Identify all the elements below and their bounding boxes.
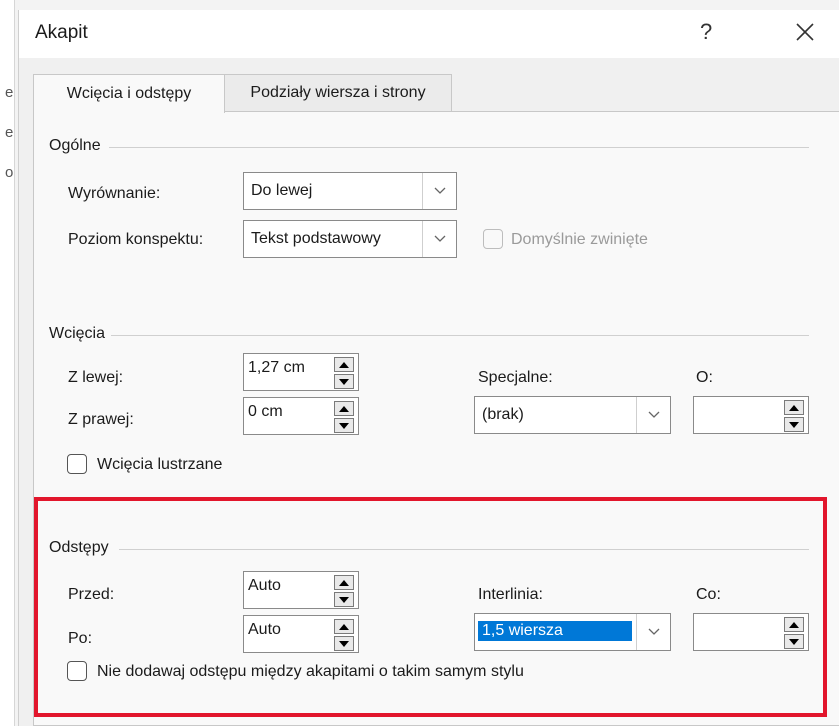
special-indent-dropdown[interactable]: (brak) [474,396,671,434]
background-text: o [5,164,14,181]
spin-down-button[interactable] [784,417,804,432]
alignment-value: Do lewej [251,182,313,199]
outline-level-value: Tekst podstawowy [251,230,381,247]
chevron-down-icon [636,397,670,433]
outline-level-label: Poziom konspektu: [68,231,204,248]
indent-left-value: 1,27 cm [248,359,305,376]
outline-level-dropdown[interactable]: Tekst podstawowy [243,220,457,258]
tab-indents-and-spacing[interactable]: Wcięcia i odstępy [33,74,225,113]
help-icon[interactable]: ? [700,19,712,45]
title-bar: Akapit ? [19,10,839,58]
indent-right-value: 0 cm [248,403,283,420]
spin-up-button[interactable] [334,401,354,416]
special-indent-label: Specjalne: [478,369,553,386]
tab-label: Wcięcia i odstępy [66,85,192,102]
background-window-edge: e e o [0,0,15,726]
spin-down-button[interactable] [334,374,354,389]
tab-label: Podziały wiersza i strony [250,84,426,101]
background-text: e [5,124,14,141]
spin-up-button[interactable] [784,400,804,415]
section-title-indentation: Wcięcia [49,325,112,343]
indent-left-spinner[interactable]: 1,27 cm [243,353,359,391]
background-text: e [5,84,14,101]
spin-up-button[interactable] [334,357,354,372]
indent-right-spinner[interactable]: 0 cm [243,397,359,435]
indent-by-label: O: [696,369,713,386]
alignment-label: Wyrównanie: [68,185,161,202]
section-title-general: Ogólne [49,137,107,155]
spin-down-button[interactable] [334,418,354,433]
mirror-indents-checkbox[interactable] [67,454,87,474]
section-divider [109,335,809,336]
collapsed-by-default-label: Domyślnie zwinięte [511,231,648,248]
highlight-annotation [34,497,827,717]
indent-by-spinner[interactable] [693,396,809,434]
alignment-dropdown[interactable]: Do lewej [243,172,457,210]
close-icon[interactable] [789,16,821,48]
chevron-down-icon [422,173,456,209]
indent-right-label: Z prawej: [68,411,134,428]
indent-left-label: Z lewej: [68,369,124,386]
tab-line-and-page-breaks[interactable]: Podziały wiersza i strony [224,74,452,112]
chevron-down-icon [422,221,456,257]
dialog-title: Akapit [35,22,88,43]
collapsed-by-default-checkbox[interactable] [483,229,503,249]
mirror-indents-label: Wcięcia lustrzane [97,456,223,473]
section-divider [109,147,809,148]
special-indent-value: (brak) [482,406,524,423]
